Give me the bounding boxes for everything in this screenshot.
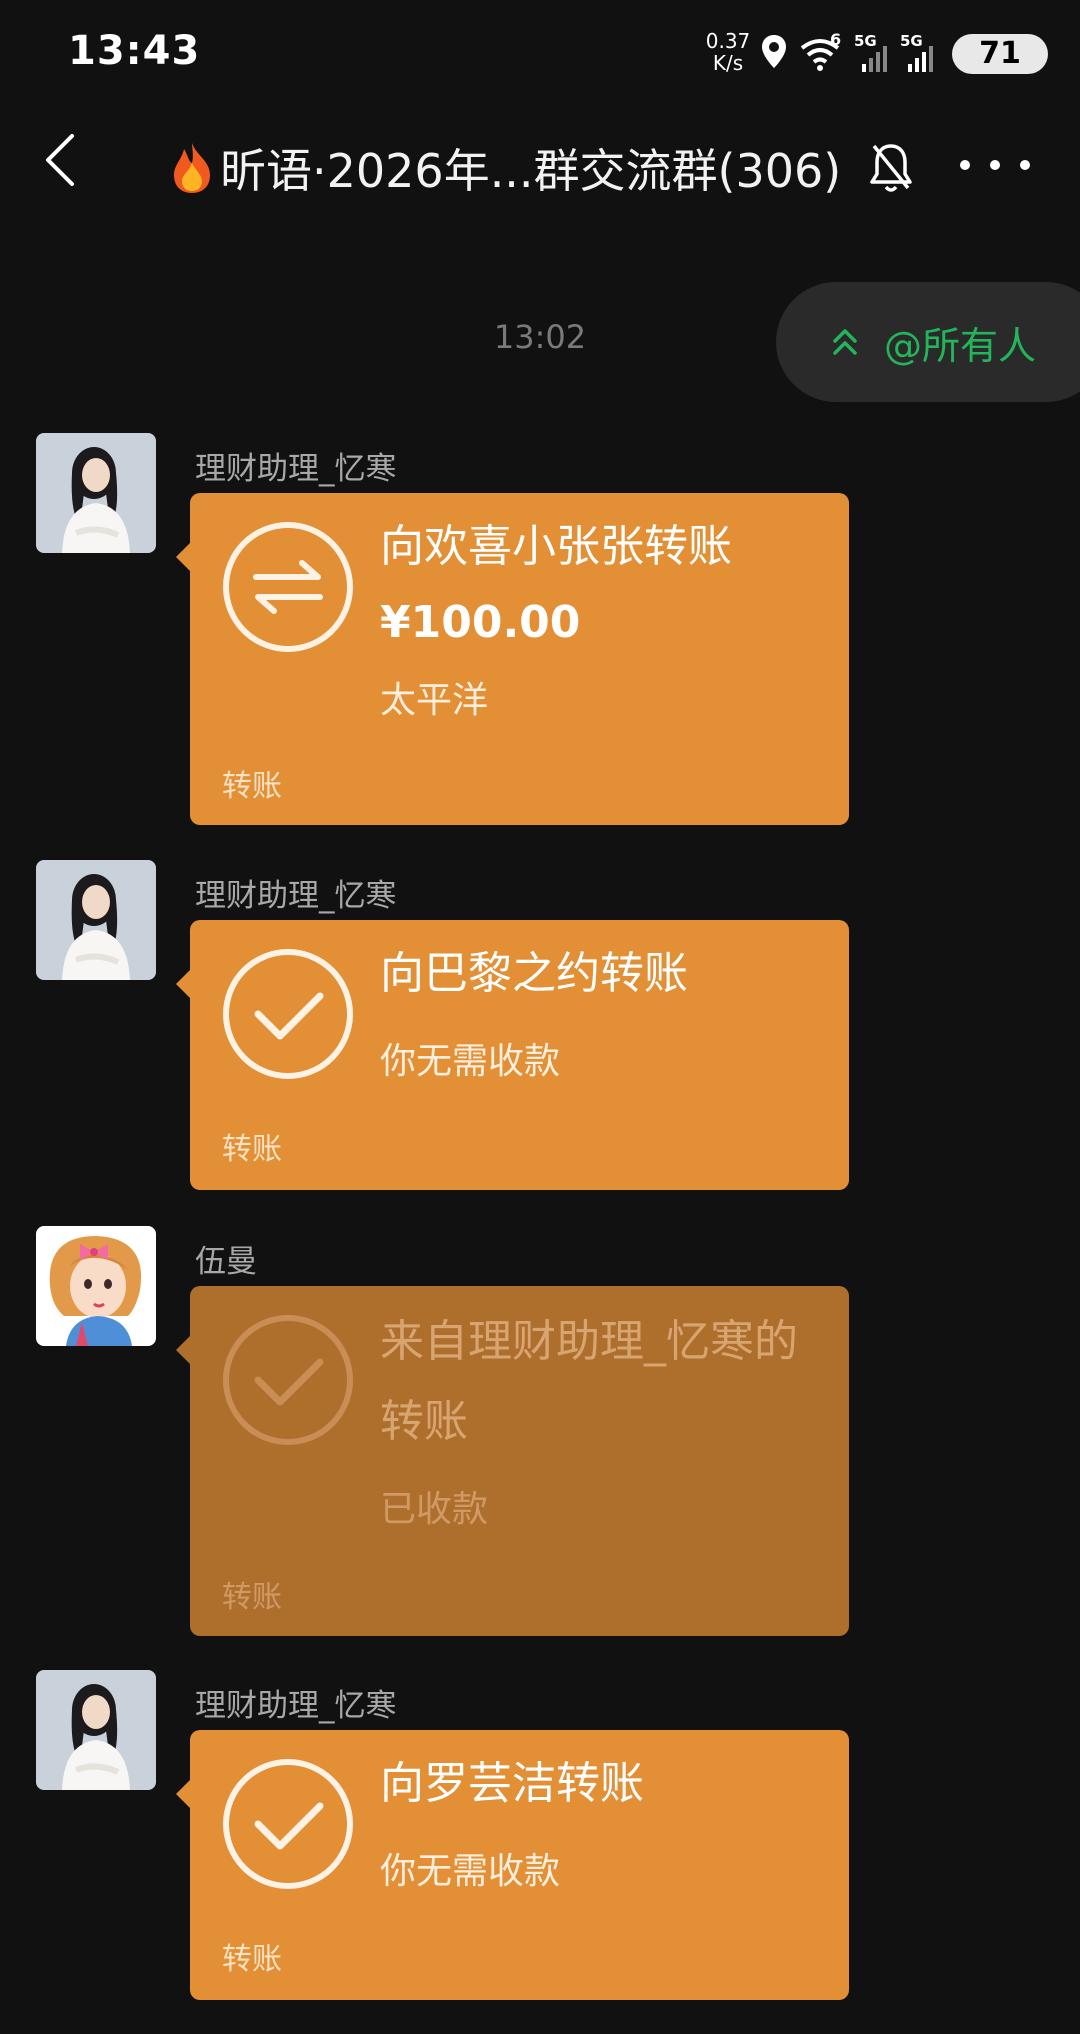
transfer-status: 你无需收款 bbox=[380, 1851, 561, 1892]
group-title-text: 昕语·2026年...群交流群(306) bbox=[220, 144, 842, 198]
transfer-note: 太平洋 bbox=[380, 680, 489, 721]
transfer-status: 你无需收款 bbox=[380, 1041, 561, 1082]
transfer-label: 转账 bbox=[222, 769, 282, 804]
transfer-card[interactable]: 来自理财助理_忆寒的转账 已收款 转账 bbox=[176, 1286, 849, 1636]
transfer-card[interactable]: 向巴黎之约转账 你无需收款 转账 bbox=[176, 920, 849, 1190]
check-circle-icon bbox=[223, 949, 353, 1079]
signal-indicator-2: 5G bbox=[900, 32, 940, 72]
mention-all-label: @所有人 bbox=[884, 323, 1037, 368]
mute-button[interactable] bbox=[866, 140, 916, 196]
more-dot-icon bbox=[1020, 160, 1030, 170]
avatar-portrait-image bbox=[36, 1670, 156, 1790]
transfer-title: 向罗芸洁转账 bbox=[380, 1758, 644, 1809]
avatar-portrait-image bbox=[36, 860, 156, 980]
avatar[interactable] bbox=[36, 860, 156, 980]
network-speed-value: 0.37 bbox=[705, 29, 751, 53]
signal-bars-icon bbox=[908, 46, 933, 72]
fire-icon bbox=[174, 143, 210, 193]
avatar[interactable] bbox=[36, 1670, 156, 1790]
transfer-card[interactable]: 向罗芸洁转账 你无需收款 转账 bbox=[176, 1730, 849, 2000]
sender-name: 理财助理_忆寒 bbox=[195, 1688, 397, 1724]
check-circle-icon bbox=[223, 1759, 353, 1889]
transfer-title: 向欢喜小张张转账 bbox=[380, 521, 732, 572]
transfer-title: 来自理财助理_忆寒的转账 bbox=[380, 1316, 798, 1447]
back-button[interactable] bbox=[40, 130, 100, 200]
mention-all-button[interactable]: @所有人 bbox=[776, 282, 1080, 402]
more-dot-icon bbox=[960, 160, 970, 170]
signal-bars-icon bbox=[862, 46, 887, 72]
sender-name: 理财助理_忆寒 bbox=[195, 451, 397, 487]
transfer-title: 向巴黎之约转账 bbox=[380, 948, 688, 999]
signal-indicator-1: 5G bbox=[854, 32, 894, 72]
group-title[interactable]: 昕语·2026年...群交流群(306) bbox=[170, 138, 841, 198]
wifi-label: 6 bbox=[830, 30, 842, 49]
transfer-arrows-icon bbox=[223, 522, 353, 652]
avatar-cartoon-image bbox=[36, 1226, 156, 1346]
avatar[interactable] bbox=[36, 1226, 156, 1346]
wifi-indicator: 6 bbox=[800, 30, 850, 74]
sender-name: 理财助理_忆寒 bbox=[195, 878, 397, 914]
bell-off-icon bbox=[870, 144, 912, 192]
network-speed: 0.37 K/s bbox=[700, 30, 756, 74]
transfer-card[interactable]: 向欢喜小张张转账 ¥100.00 太平洋 转账 bbox=[176, 493, 849, 825]
avatar-portrait-image bbox=[36, 433, 156, 553]
more-options-button[interactable] bbox=[960, 150, 1030, 180]
network-speed-unit: K/s bbox=[712, 51, 744, 75]
back-arrow-icon bbox=[46, 134, 74, 186]
status-bar: 13:43 0.37 K/s 6 5G 5G 71 bbox=[0, 0, 1080, 100]
more-dot-icon bbox=[990, 160, 1000, 170]
transfer-amount: ¥100.00 bbox=[380, 597, 581, 648]
chat-header: 昕语·2026年...群交流群(306) bbox=[0, 110, 1080, 220]
transfer-label: 转账 bbox=[222, 1942, 282, 1977]
double-chevron-up-icon bbox=[833, 329, 857, 355]
status-time: 13:43 bbox=[68, 28, 201, 74]
avatar[interactable] bbox=[36, 433, 156, 553]
check-circle-icon bbox=[223, 1315, 353, 1445]
battery-indicator: 71 bbox=[952, 34, 1048, 74]
transfer-status: 已收款 bbox=[380, 1489, 489, 1530]
transfer-label: 转账 bbox=[222, 1580, 282, 1615]
sender-name: 伍曼 bbox=[195, 1244, 257, 1280]
transfer-label: 转账 bbox=[222, 1132, 282, 1167]
location-icon bbox=[762, 35, 786, 68]
